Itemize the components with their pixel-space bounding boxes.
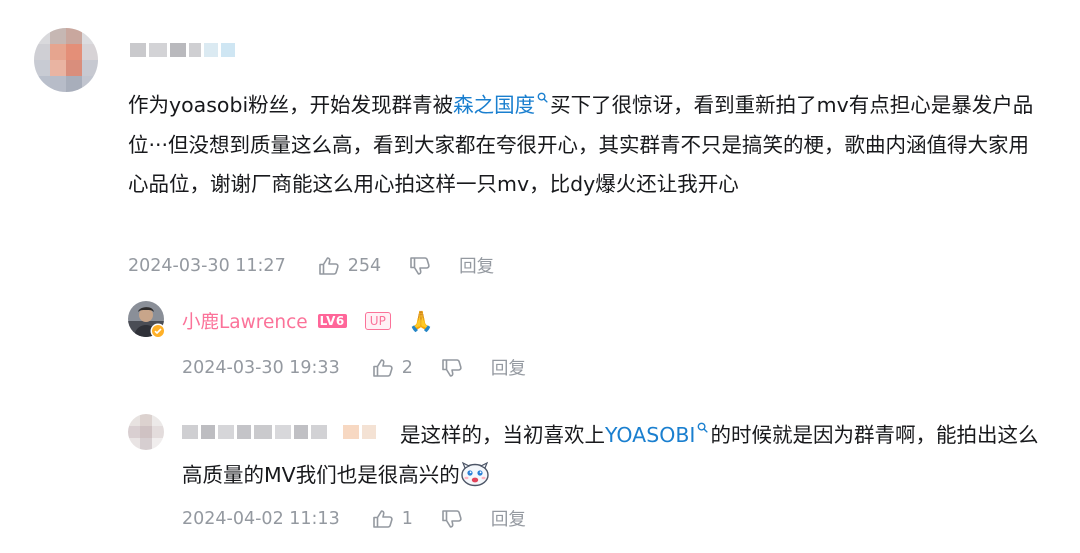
- thumbs-up-icon: [372, 509, 393, 528]
- level-badge: LV6: [317, 314, 347, 328]
- comment-content: 作为yoasobi粉丝，开始发现群青被森之国度 买下了很惊讶，看到重新拍了mv有点…: [128, 86, 1043, 205]
- dislike-button[interactable]: [409, 256, 431, 276]
- commenter-username-obscured[interactable]: [130, 43, 235, 57]
- thumbs-down-icon: [410, 256, 430, 275]
- reply1-reply-button[interactable]: 回复: [491, 355, 526, 380]
- pray-emoji-icon: 🙏: [408, 309, 434, 333]
- thumbs-down-icon: [442, 509, 462, 528]
- reply2-reply-button[interactable]: 回复: [491, 506, 526, 531]
- reply2-link[interactable]: YOASOBI: [605, 423, 695, 447]
- reply2-like-button[interactable]: 1: [372, 509, 413, 529]
- up-badge: UP: [364, 312, 391, 330]
- reply1-meta: 2024-03-30 19:33 2 回复: [182, 355, 526, 380]
- reply1-username[interactable]: 小鹿Lawrence: [182, 308, 308, 334]
- reply1-like-count: 2: [401, 357, 413, 378]
- reply1-date: 2024-03-30 19:33: [182, 357, 340, 378]
- reply1-dislike-button[interactable]: [441, 358, 463, 378]
- comment-meta: 2024-03-30 11:27 254 回复: [128, 253, 494, 278]
- like-button[interactable]: 254: [318, 256, 381, 276]
- comment-link[interactable]: 森之国度: [453, 93, 535, 117]
- reply2-meta: 2024-04-02 11:13 1 回复: [182, 506, 526, 531]
- thumbs-up-icon: [318, 256, 339, 275]
- reply-button[interactable]: 回复: [459, 253, 494, 278]
- reply2-date: 2024-04-02 11:13: [182, 508, 340, 529]
- reply2-text-part1: 是这样的，当初喜欢上: [400, 423, 605, 447]
- comment-date: 2024-03-30 11:27: [128, 255, 286, 276]
- reply1-header: 小鹿Lawrence LV6 UP 🙏: [182, 306, 434, 336]
- search-icon[interactable]: [697, 422, 709, 433]
- verified-badge-icon: [150, 323, 166, 339]
- reply2-content: 是这样的，当初喜欢上YOASOBI 的时候就是因为群青啊，能拍出这么高质量的MV我…: [182, 416, 1042, 495]
- search-icon[interactable]: [537, 92, 548, 103]
- reply2-avatar[interactable]: [128, 414, 164, 450]
- commenter-avatar[interactable]: [34, 28, 98, 92]
- reply1-like-button[interactable]: 2: [372, 358, 413, 378]
- like-count: 254: [347, 255, 382, 276]
- reply2-dislike-button[interactable]: [441, 509, 463, 529]
- thumbs-up-icon: [372, 358, 393, 377]
- comment-text-part1: 作为yoasobi粉丝，开始发现群青被: [128, 93, 454, 117]
- thumbs-down-icon: [442, 358, 462, 377]
- sticker-icon: [461, 461, 489, 486]
- reply1-avatar[interactable]: [128, 301, 166, 339]
- reply2-like-count: 1: [401, 508, 413, 529]
